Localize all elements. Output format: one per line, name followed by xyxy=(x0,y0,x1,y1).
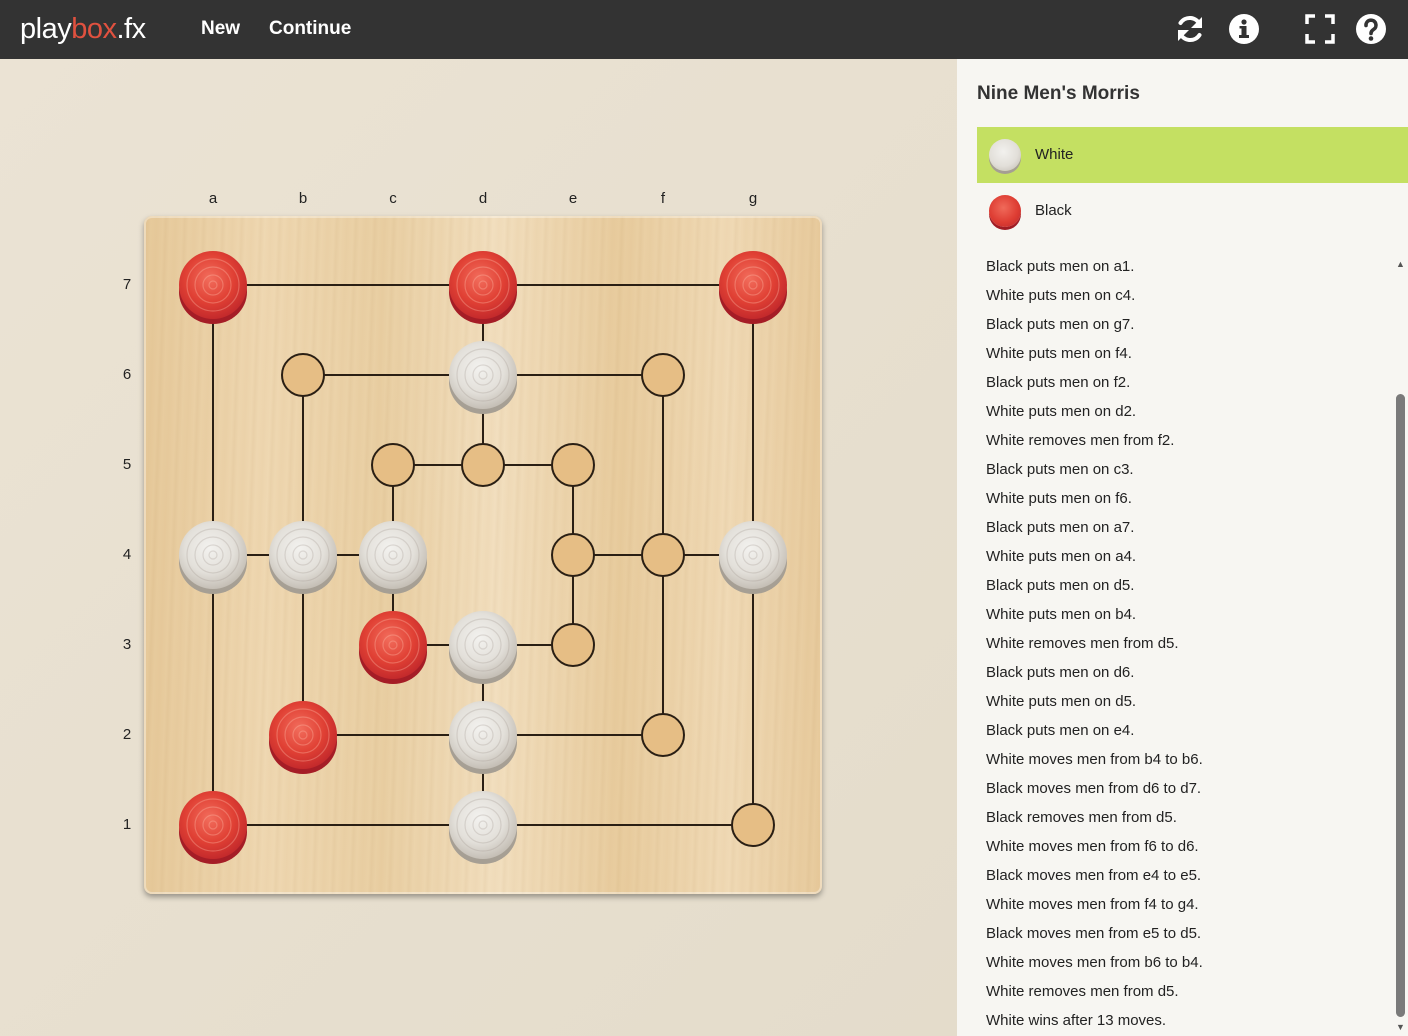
continue-button[interactable]: Continue xyxy=(269,17,351,41)
empty-point[interactable] xyxy=(641,533,685,577)
row-label: 4 xyxy=(122,546,132,563)
black-piece[interactable] xyxy=(449,251,517,324)
game-board[interactable] xyxy=(144,216,822,894)
player-white-row[interactable]: White xyxy=(977,127,1408,183)
move-log-entry: White moves men from f4 to g4. xyxy=(986,896,1199,913)
board-area: a b c d e f g 7 6 5 4 3 2 1 xyxy=(0,59,957,1036)
fullscreen-icon[interactable] xyxy=(1304,13,1336,45)
row-label: 1 xyxy=(122,816,132,833)
white-piece[interactable] xyxy=(449,611,517,684)
move-log-entry: Black puts men on e4. xyxy=(986,722,1135,739)
white-piece[interactable] xyxy=(269,521,337,594)
move-log-entry: Black puts men on a7. xyxy=(986,519,1135,536)
move-log-entry: Black puts men on a1. xyxy=(986,258,1135,275)
scroll-up-icon[interactable]: ▲ xyxy=(1395,259,1406,270)
column-label: a xyxy=(208,190,218,207)
move-log-entry: White wins after 13 moves. xyxy=(986,1012,1167,1029)
move-log-entry: White puts men on c4. xyxy=(986,287,1136,304)
row-label: 6 xyxy=(122,366,132,383)
column-label: g xyxy=(748,190,758,207)
info-icon[interactable] xyxy=(1228,13,1260,45)
top-bar: playbox.fx New Continue xyxy=(0,0,1408,59)
app-logo[interactable]: playbox.fx xyxy=(20,12,146,46)
column-label: c xyxy=(389,190,397,207)
move-log-entry: Black puts men on d5. xyxy=(986,577,1135,594)
black-piece[interactable] xyxy=(359,611,427,684)
row-label: 5 xyxy=(122,456,132,473)
move-log-entry: Black puts men on g7. xyxy=(986,316,1135,333)
empty-point[interactable] xyxy=(551,533,595,577)
move-log-scrollbar[interactable]: ▲ ▼ xyxy=(1393,252,1408,1036)
move-log-entry: Black removes men from d5. xyxy=(986,809,1177,826)
move-log-entry: White puts men on a4. xyxy=(986,548,1137,565)
white-piece[interactable] xyxy=(449,791,517,864)
column-label: e xyxy=(568,190,578,207)
board-graphics[interactable] xyxy=(144,216,822,894)
player-white-label: White xyxy=(1035,146,1074,163)
logo-play: play xyxy=(20,13,72,45)
column-label: d xyxy=(478,190,488,207)
black-piece[interactable] xyxy=(269,701,337,774)
empty-point[interactable] xyxy=(641,713,685,757)
empty-point[interactable] xyxy=(641,353,685,397)
move-log-entry: White puts men on d5. xyxy=(986,693,1137,710)
move-log-entry: White moves men from b6 to b4. xyxy=(986,954,1203,971)
scroll-down-icon[interactable]: ▼ xyxy=(1395,1022,1406,1033)
player-black-row[interactable]: Black xyxy=(977,183,1408,239)
move-log-entry: White puts men on d2. xyxy=(986,403,1137,420)
new-game-button[interactable]: New xyxy=(201,17,240,41)
empty-point[interactable] xyxy=(281,353,325,397)
move-log-entry: Black puts men on c3. xyxy=(986,461,1134,478)
move-log-entry: Black puts men on f2. xyxy=(986,374,1131,391)
empty-point[interactable] xyxy=(551,623,595,667)
black-piece[interactable] xyxy=(179,251,247,324)
game-title: Nine Men's Morris xyxy=(977,83,1140,104)
logo-fx: .fx xyxy=(116,13,146,45)
move-log-entry: White removes men from d5. xyxy=(986,635,1179,652)
empty-point[interactable] xyxy=(461,443,505,487)
move-log-entry: White removes men from d5. xyxy=(986,983,1179,1000)
move-log-entry: Black puts men on d6. xyxy=(986,664,1135,681)
move-log-entry: White moves men from f6 to d6. xyxy=(986,838,1199,855)
refresh-icon[interactable] xyxy=(1174,13,1206,45)
white-piece[interactable] xyxy=(449,701,517,774)
help-icon[interactable] xyxy=(1355,13,1387,45)
white-piece[interactable] xyxy=(179,521,247,594)
row-label: 7 xyxy=(122,276,132,293)
empty-point[interactable] xyxy=(731,803,775,847)
move-log-entry: White puts men on f6. xyxy=(986,490,1132,507)
move-log-entry: White puts men on b4. xyxy=(986,606,1137,623)
row-label: 3 xyxy=(122,636,132,653)
move-log-entry: Black moves men from e5 to d5. xyxy=(986,925,1202,942)
logo-box: box xyxy=(71,13,117,45)
white-piece[interactable] xyxy=(719,521,787,594)
move-log-entry: Black moves men from d6 to d7. xyxy=(986,780,1202,797)
column-label: f xyxy=(660,190,666,207)
black-piece[interactable] xyxy=(179,791,247,864)
white-piece[interactable] xyxy=(359,521,427,594)
move-log[interactable]: Black puts men on a1. White puts men on c… xyxy=(957,252,1393,1036)
column-label: b xyxy=(298,190,308,207)
scroll-thumb[interactable] xyxy=(1396,394,1405,1017)
move-log-entry: White moves men from b4 to b6. xyxy=(986,751,1203,768)
player-black-label: Black xyxy=(1035,202,1072,219)
row-label: 2 xyxy=(122,726,132,743)
move-log-entry: Black moves men from e4 to e5. xyxy=(986,867,1202,884)
empty-point[interactable] xyxy=(371,443,415,487)
black-piece-icon xyxy=(989,195,1021,227)
white-piece-icon xyxy=(989,139,1021,171)
move-log-entry: White removes men from f2. xyxy=(986,432,1175,449)
move-log-entry: White puts men on f4. xyxy=(986,345,1132,362)
empty-point[interactable] xyxy=(551,443,595,487)
sidebar: Nine Men's Morris White Black Black puts… xyxy=(957,59,1408,1036)
black-piece[interactable] xyxy=(719,251,787,324)
white-piece[interactable] xyxy=(449,341,517,414)
